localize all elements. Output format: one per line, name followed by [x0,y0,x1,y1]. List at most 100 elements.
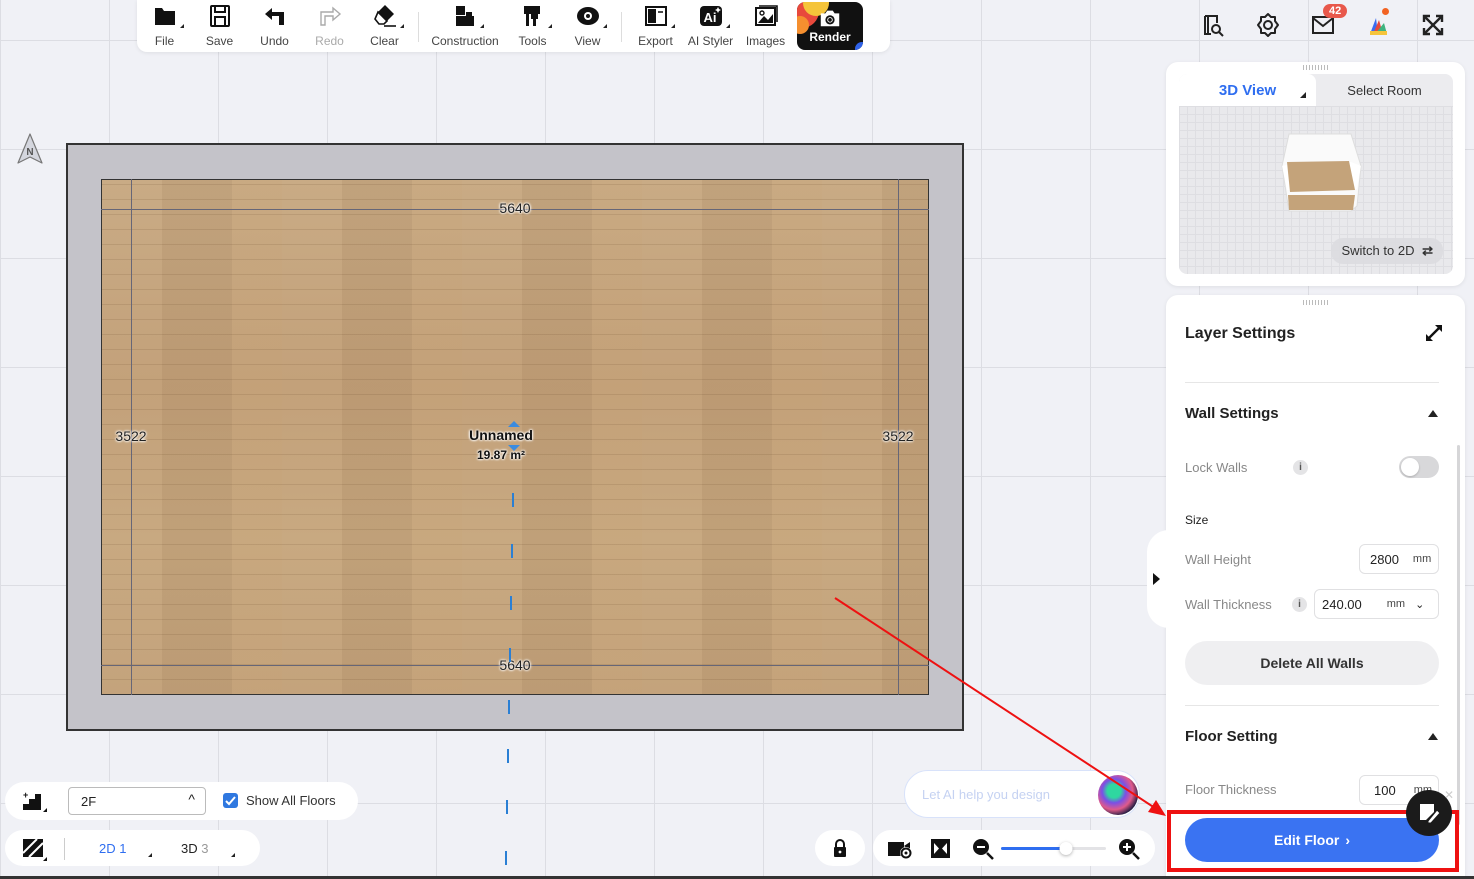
drag-handle[interactable] [1302,65,1329,70]
dim-label-left: 3522 [115,428,147,444]
panel-scrollbar[interactable] [1457,445,1460,825]
folder-icon [154,8,175,25]
collapse-wall-settings-icon[interactable] [1428,410,1438,417]
svg-text:Ai: Ai [703,10,716,25]
size-label: Size [1185,513,1209,527]
zoom-controls [873,830,1155,866]
switch-icon: ⇄ [1422,243,1433,258]
render-button[interactable]: Render [797,2,863,50]
dim-label-top: 5640 [499,200,531,216]
construction-icon [456,6,474,26]
wall-settings-title: Wall Settings [1185,405,1279,422]
notes-floating-button[interactable]: ✕ [1406,788,1454,836]
messages-badge: 42 [1323,4,1348,18]
ai-assistant-avatar[interactable] [1098,775,1138,815]
divider [1185,705,1439,706]
undo-icon [264,8,284,25]
view-button[interactable]: View [560,0,615,52]
lock-button[interactable] [815,830,865,866]
note-edit-icon [1420,804,1441,824]
view-2d-button[interactable]: 2D 1 [99,841,126,856]
show-all-floors-checkbox[interactable] [223,793,238,808]
settings-icon [1256,13,1279,37]
zoom-slider[interactable] [1001,842,1106,855]
floor-controls: + 2F ^ Show All Floors [5,782,358,820]
catalog-search-button[interactable] [1185,8,1240,42]
lock-walls-toggle[interactable] [1399,456,1439,478]
brand-button[interactable] [1350,8,1405,42]
camera-view-icon[interactable] [887,838,915,860]
zoom-slider-knob[interactable] [1059,842,1073,855]
undo-button[interactable]: Undo [247,0,302,52]
hatch-pattern-icon[interactable] [23,839,47,861]
camera-icon [820,10,840,27]
view3d-tabs: 3D View Select Room [1179,74,1453,106]
chevron-up-icon: ^ [188,791,195,807]
settings-button[interactable] [1240,8,1295,42]
floor-select[interactable]: 2F ^ [68,787,206,815]
zoom-in-icon[interactable] [1118,838,1140,860]
lock-icon [834,839,846,857]
redo-icon [319,6,341,26]
close-icon[interactable]: ✕ [1442,788,1456,802]
room-name[interactable]: Unnamed [469,427,533,443]
image-icon [754,5,778,26]
show-all-floors-label: Show All Floors [246,793,336,808]
floor-thickness-label: Floor Thickness [1185,782,1277,797]
tab-select-room[interactable]: Select Room [1316,74,1453,106]
expand-icon[interactable] [1423,322,1445,344]
wall-height-label: Wall Height [1185,552,1251,567]
play-right-icon [1153,573,1160,585]
messages-button[interactable]: 42 [1295,4,1350,42]
catalog-search-icon [1203,15,1224,37]
collapse-panel-tab[interactable] [1147,530,1169,628]
svg-text:+: + [23,790,28,800]
add-floor-icon[interactable]: + [21,790,47,814]
images-button[interactable]: Images [738,0,793,52]
floor-setting-title: Floor Setting [1185,728,1278,745]
notification-dot [1382,8,1389,15]
clear-button[interactable]: Clear [357,0,412,52]
redo-button[interactable]: Redo [302,0,357,52]
tools-icon [523,6,540,26]
tools-button[interactable]: Tools [505,0,560,52]
chevron-down-icon: ⌄ [1415,598,1425,611]
wall-thickness-label: Wall Thickness [1185,597,1272,612]
fullscreen-button[interactable] [1405,8,1460,42]
fullscreen-icon [1422,14,1443,36]
delete-all-walls-button[interactable]: Delete All Walls [1185,641,1439,685]
fit-view-icon[interactable] [931,839,950,858]
mail-icon [1311,16,1334,34]
wall-thickness-select[interactable]: 240.00 mm ⌄ [1314,589,1439,619]
collapse-floor-setting-icon[interactable] [1428,733,1438,740]
ai-styler-button[interactable]: Ai AI Styler [683,0,738,52]
toolbar-divider [418,12,419,42]
room-area: 19.87 m² [476,448,526,462]
wall-height-field[interactable]: 2800 mm [1359,544,1439,574]
dim-label-bottom: 5640 [499,657,531,673]
zoom-out-icon[interactable] [972,838,994,860]
tab-3d-view[interactable]: 3D View [1179,74,1316,106]
dim-label-right: 3522 [882,428,914,444]
compass-north-icon[interactable]: N [16,133,44,165]
export-icon [644,6,667,26]
construction-button[interactable]: Construction [425,0,505,52]
view3d-panel: 3D View Select Room Switch to 2D ⇄ [1166,62,1465,286]
ai-styler-icon: Ai [699,6,722,26]
switch-to-2d-button[interactable]: Switch to 2D ⇄ [1331,238,1443,264]
info-icon[interactable]: i [1292,597,1307,612]
layer-settings-title: Layer Settings [1185,325,1296,342]
file-button[interactable]: File [137,0,192,52]
toolbar-divider [621,12,622,42]
save-icon [209,5,230,27]
svg-text:N: N [26,147,33,158]
view-3d-button[interactable]: 3D 3 [181,841,208,856]
lock-walls-label: Lock Walls [1185,460,1248,475]
export-button[interactable]: Export [628,0,683,52]
drag-handle[interactable] [1302,300,1329,305]
info-icon[interactable]: i [1293,460,1308,475]
divider [1185,382,1439,383]
save-button[interactable]: Save [192,0,247,52]
view3d-scene[interactable]: Switch to 2D ⇄ [1179,106,1453,274]
zoom-slider-fill [1001,847,1067,850]
